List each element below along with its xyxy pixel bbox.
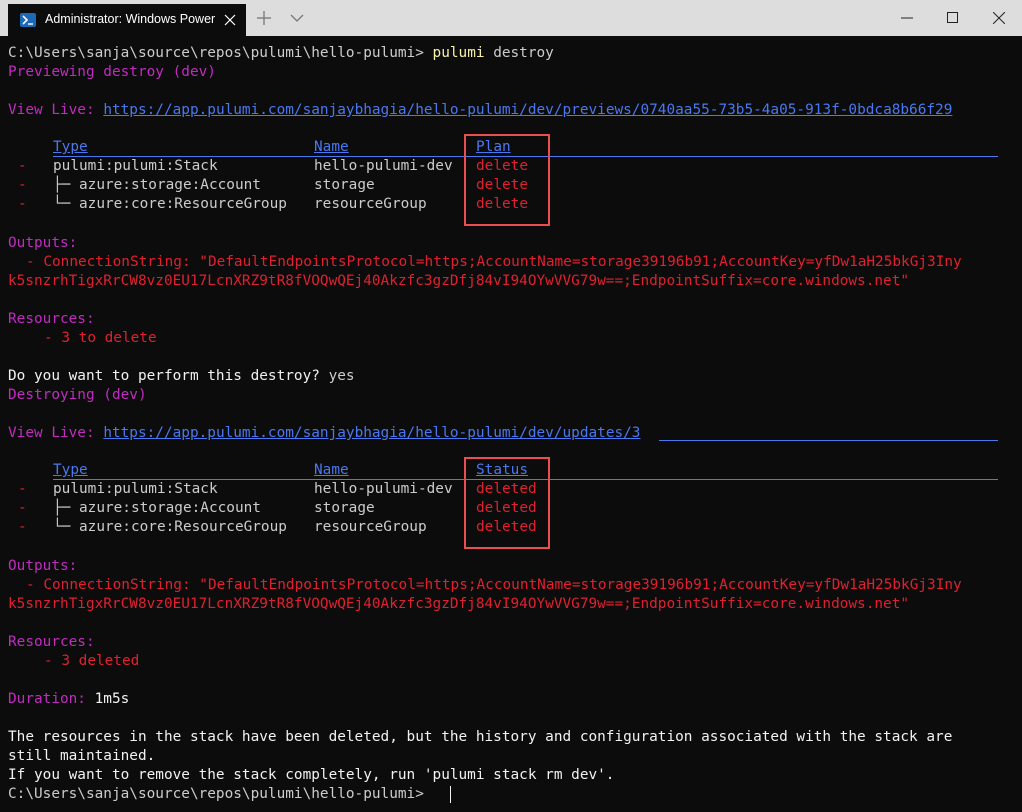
title-bar: Administrator: Windows PowerShell bbox=[0, 0, 1022, 36]
outputs-label: Outputs: bbox=[8, 558, 78, 574]
update-url-link[interactable]: https://app.pulumi.com/sanjaybhagia/hell… bbox=[103, 425, 640, 441]
row-marker: - bbox=[18, 481, 27, 497]
table-row-type: pulumi:pulumi:Stack bbox=[53, 158, 218, 174]
duration-line: Duration: 1m5s bbox=[8, 690, 129, 709]
minimize-icon[interactable] bbox=[884, 0, 930, 36]
powershell-icon bbox=[20, 13, 36, 27]
connection-string-line: - ConnectionString: "DefaultEndpointsPro… bbox=[26, 577, 962, 593]
tab-powershell[interactable]: Administrator: Windows PowerShell bbox=[8, 4, 246, 36]
table-row-type: ├─ azure:storage:Account bbox=[53, 500, 261, 516]
deleted-count: - 3 deleted bbox=[44, 653, 140, 669]
view-live-label: View Live: bbox=[8, 102, 95, 118]
resources-label: Resources: bbox=[8, 634, 95, 650]
maximize-icon[interactable] bbox=[930, 0, 976, 36]
resources-label: Resources: bbox=[8, 311, 95, 327]
confirm-line: Do you want to perform this destroy? yes bbox=[8, 367, 355, 386]
duration-value: 1m5s bbox=[85, 691, 130, 707]
final-message: The resources in the stack have been del… bbox=[8, 729, 953, 745]
command-args: destroy bbox=[484, 45, 554, 61]
view-live-label: View Live: bbox=[8, 425, 95, 441]
command-exe: pulumi bbox=[432, 45, 485, 61]
final-prompt: C:\Users\sanja\source\repos\pulumi\hello… bbox=[8, 786, 424, 802]
plus-icon[interactable] bbox=[255, 9, 273, 27]
chevron-down-icon[interactable] bbox=[289, 10, 305, 26]
to-delete-count: - 3 to delete bbox=[44, 330, 157, 346]
destroying-line: Destroying (dev) bbox=[8, 387, 147, 403]
row-marker: - bbox=[18, 196, 27, 212]
table-row-name: hello-pulumi-dev bbox=[314, 481, 453, 497]
connection-string-line: - ConnectionString: "DefaultEndpointsPro… bbox=[26, 254, 962, 270]
row-marker: - bbox=[18, 500, 27, 516]
final-message: If you want to remove the stack complete… bbox=[8, 767, 615, 783]
confirm-answer: yes bbox=[319, 368, 355, 384]
tab-title: Administrator: Windows PowerShell bbox=[45, 12, 215, 26]
preview-url-link[interactable]: https://app.pulumi.com/sanjaybhagia/hell… bbox=[103, 102, 952, 118]
duration-label: Duration: bbox=[8, 691, 86, 707]
view-live-preview: View Live: https://app.pulumi.com/sanjay… bbox=[8, 101, 952, 120]
close-icon[interactable] bbox=[220, 10, 240, 30]
command-line: C:\Users\sanja\source\repos\pulumi\hello… bbox=[8, 44, 554, 63]
prompt: C:\Users\sanja\source\repos\pulumi\hello… bbox=[8, 45, 424, 61]
row-marker: - bbox=[18, 177, 27, 193]
table-row-type: pulumi:pulumi:Stack bbox=[53, 481, 218, 497]
table-row-name: storage bbox=[314, 177, 375, 193]
row-marker: - bbox=[18, 519, 27, 535]
table-row-type: └─ azure:core:ResourceGroup bbox=[53, 519, 287, 535]
row-marker: - bbox=[18, 158, 27, 174]
confirm-question: Do you want to perform this destroy? bbox=[8, 368, 320, 384]
final-message: still maintained. bbox=[8, 748, 156, 764]
table-row-name: hello-pulumi-dev bbox=[314, 158, 453, 174]
plan-highlight-box bbox=[464, 134, 550, 226]
table-row-type: ├─ azure:storage:Account bbox=[53, 177, 261, 193]
text-cursor bbox=[450, 786, 451, 803]
connection-string-line: k5snzrhTigxRrCW8vz0EU17LcnXRZ9tR8fVOQwQE… bbox=[8, 596, 910, 612]
terminal-output[interactable]: C:\Users\sanja\source\repos\pulumi\hello… bbox=[8, 44, 1014, 810]
table-row-name: resourceGroup bbox=[314, 519, 427, 535]
update-header-type: Type bbox=[53, 462, 88, 478]
table-row-type: └─ azure:core:ResourceGroup bbox=[53, 196, 287, 212]
view-live-update: View Live: https://app.pulumi.com/sanjay… bbox=[8, 424, 640, 443]
close-icon[interactable] bbox=[976, 0, 1022, 36]
table-row-name: storage bbox=[314, 500, 375, 516]
link-rule bbox=[659, 440, 998, 441]
connection-string-line: k5snzrhTigxRrCW8vz0EU17LcnXRZ9tR8fVOQwQE… bbox=[8, 273, 910, 289]
outputs-label: Outputs: bbox=[8, 235, 78, 251]
terminal-window: Administrator: Windows PowerShell bbox=[0, 0, 1022, 812]
preview-header-name: Name bbox=[314, 139, 349, 155]
status-highlight-box bbox=[464, 457, 550, 549]
update-header-name: Name bbox=[314, 462, 349, 478]
preview-line: Previewing destroy (dev) bbox=[8, 64, 216, 80]
preview-header-type: Type bbox=[53, 139, 88, 155]
table-row-name: resourceGroup bbox=[314, 196, 427, 212]
